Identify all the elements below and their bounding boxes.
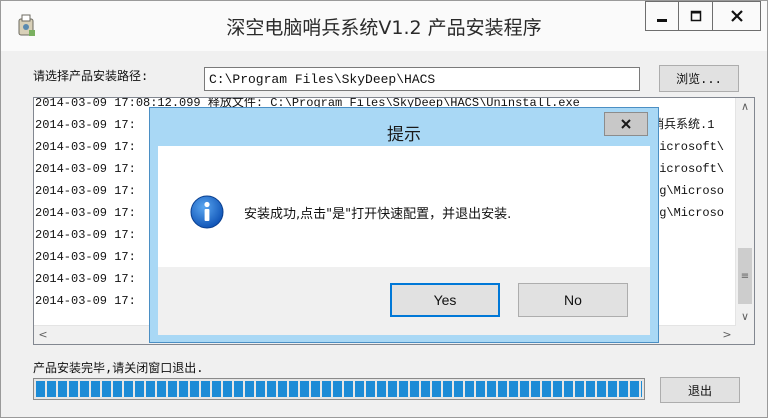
dialog-close-button[interactable] [604, 112, 648, 136]
yes-button[interactable]: Yes [390, 283, 500, 317]
progress-fill [36, 381, 642, 397]
minimize-button[interactable] [645, 1, 679, 31]
scroll-up-icon[interactable]: ∧ [736, 98, 754, 116]
message-dialog: 提示 安装成功,点击"是"打开快速配置，并退出安装. Yes No [149, 107, 659, 343]
grip-icon: ≡ [740, 270, 750, 282]
scrollbar-corner [736, 326, 754, 344]
vertical-scrollbar[interactable]: ∧ ≡ ∨ [735, 98, 754, 326]
info-icon [190, 195, 224, 229]
install-path-label: 请选择产品安装路径: [33, 69, 149, 83]
minimize-icon [657, 19, 667, 22]
vertical-scroll-thumb[interactable]: ≡ [738, 248, 752, 304]
close-icon [621, 119, 631, 129]
installer-window: 深空电脑哨兵系统V1.2 产品安装程序 请选择产品安装路径: 浏览... 201… [0, 0, 768, 418]
no-button[interactable]: No [518, 283, 628, 317]
status-text: 产品安装完毕,请关闭窗口退出. [33, 361, 204, 375]
install-progress-bar [33, 378, 645, 400]
scroll-down-icon[interactable]: ∨ [736, 308, 754, 326]
scroll-left-icon[interactable]: < [34, 326, 52, 344]
maximize-button[interactable] [679, 1, 713, 31]
dialog-button-bar: Yes No [158, 267, 650, 335]
close-icon [730, 10, 743, 22]
title-bar: 深空电脑哨兵系统V1.2 产品安装程序 [1, 1, 767, 51]
dialog-body: 安装成功,点击"是"打开快速配置，并退出安装. [158, 146, 650, 267]
dialog-title: 提示 [387, 125, 421, 145]
close-button[interactable] [713, 1, 761, 31]
maximize-icon [690, 10, 701, 22]
scroll-right-icon[interactable]: > [718, 326, 736, 344]
exit-button[interactable]: 退出 [660, 377, 740, 403]
dialog-message: 安装成功,点击"是"打开快速配置，并退出安装. [244, 207, 512, 222]
browse-button[interactable]: 浏览... [659, 65, 739, 92]
install-path-input[interactable] [204, 67, 640, 91]
